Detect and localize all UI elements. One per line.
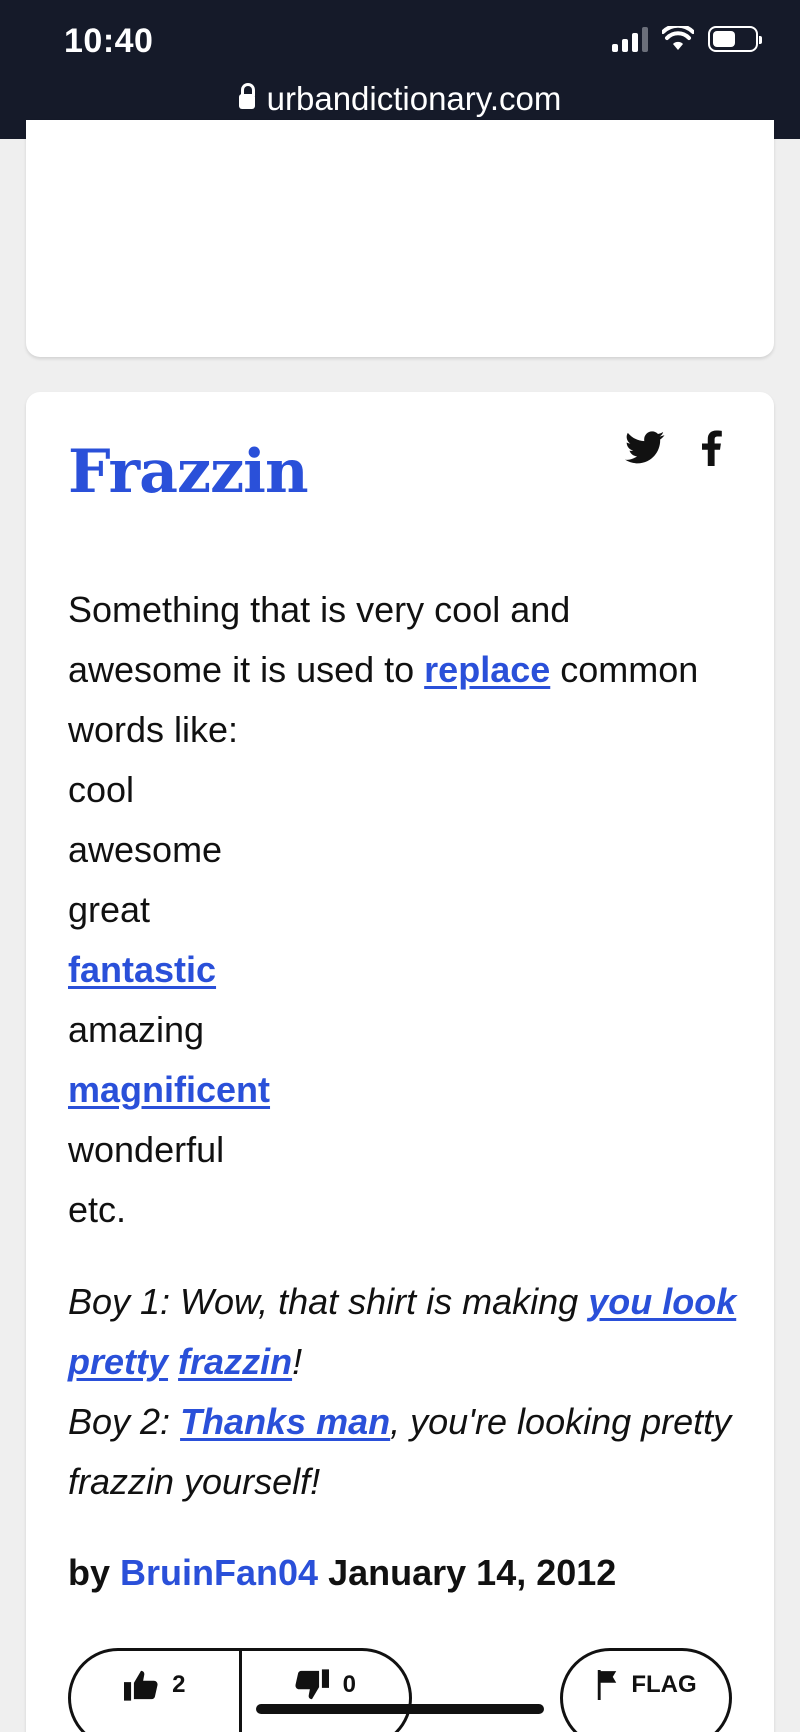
term-link[interactable]: pretty (68, 1341, 168, 1382)
meaning-line: awesome it is used to replace common (68, 640, 748, 700)
previous-definition-card (26, 120, 774, 357)
term-link[interactable]: frazzin (178, 1341, 292, 1382)
text-segment: Boy 2: (68, 1401, 181, 1442)
text-segment: ! (292, 1341, 303, 1382)
text-segment: awesome (68, 829, 223, 870)
definition-meaning: Something that is very cool and awesome i… (68, 580, 748, 1240)
downvote-button[interactable]: 0 (242, 1651, 410, 1732)
facebook-f-icon[interactable] (700, 430, 722, 466)
example-line: Boy 1: Wow, that shirt is making you loo… (68, 1272, 758, 1332)
meaning-line: fantastic (68, 940, 748, 1000)
text-segment: wonderful (68, 1129, 225, 1170)
contributor-line: by BruinFan04 January 14, 2012 (68, 1552, 616, 1594)
thumbs-down-icon (295, 1669, 329, 1700)
meaning-line: amazing (68, 1000, 748, 1060)
meaning-line: etc. (68, 1180, 748, 1240)
battery-icon (708, 26, 762, 52)
meaning-line: magnificent (68, 1060, 748, 1120)
vote-buttons: 2 0 (68, 1648, 412, 1732)
wifi-icon (662, 26, 694, 50)
address-bar[interactable]: urbandictionary.com (0, 80, 800, 118)
flag-label: FLAG (631, 1671, 697, 1698)
clock: 10:40 (64, 22, 154, 60)
downvote-count: 0 (342, 1671, 356, 1698)
text-segment: Boy 1: Wow, that shirt is making (68, 1281, 589, 1322)
home-indicator (256, 1704, 544, 1714)
meaning-line: wonderful (68, 1120, 748, 1180)
by-label: by (68, 1552, 111, 1593)
term-link[interactable]: fantastic (68, 949, 216, 990)
cellular-signal-icon (612, 26, 648, 52)
post-date: January 14, 2012 (328, 1552, 617, 1593)
upvote-count: 2 (172, 1671, 186, 1698)
text-segment: Something that is very cool and (68, 589, 571, 630)
definition-example: Boy 1: Wow, that shirt is making you loo… (68, 1272, 758, 1512)
status-icons (612, 26, 762, 52)
text-segment: words like: (68, 709, 239, 750)
meaning-line: great (68, 880, 748, 940)
word-title[interactable]: Frazzin (68, 437, 309, 507)
status-bar: 10:40 urbandictionary.com (0, 0, 800, 139)
text-segment: amazing (68, 1009, 205, 1050)
term-link[interactable]: magnificent (68, 1069, 270, 1110)
meaning-line: words like: (68, 700, 748, 760)
text-segment: cool (68, 769, 135, 810)
twitter-bird-icon[interactable] (625, 430, 665, 466)
example-line: Boy 2: Thanks man, you're looking pretty (68, 1392, 758, 1452)
flag-button[interactable]: FLAG (560, 1648, 732, 1732)
term-link[interactable]: you look (588, 1281, 736, 1322)
text-segment: etc. (68, 1189, 127, 1230)
term-link[interactable]: replace (424, 649, 550, 690)
text-segment: awesome it is used to (68, 649, 425, 690)
meaning-line: Something that is very cool and (68, 580, 748, 640)
meaning-line: cool (68, 760, 748, 820)
upvote-button[interactable]: 2 (71, 1651, 242, 1732)
term-link[interactable]: Thanks man (180, 1401, 390, 1442)
text-segment: frazzin yourself! (68, 1461, 321, 1502)
url-text: urbandictionary.com (266, 80, 562, 117)
meaning-line: awesome (68, 820, 748, 880)
author-link[interactable]: BruinFan04 (120, 1552, 318, 1593)
text-segment: common (550, 649, 699, 690)
lock-icon (238, 83, 255, 109)
example-line: frazzin yourself! (68, 1452, 758, 1512)
text-segment: , you're looking pretty (390, 1401, 732, 1442)
thumbs-up-icon (124, 1670, 158, 1701)
flag-icon (598, 1670, 617, 1700)
example-line: pretty frazzin! (68, 1332, 758, 1392)
text-segment (168, 1341, 178, 1382)
text-segment: great (68, 889, 151, 930)
